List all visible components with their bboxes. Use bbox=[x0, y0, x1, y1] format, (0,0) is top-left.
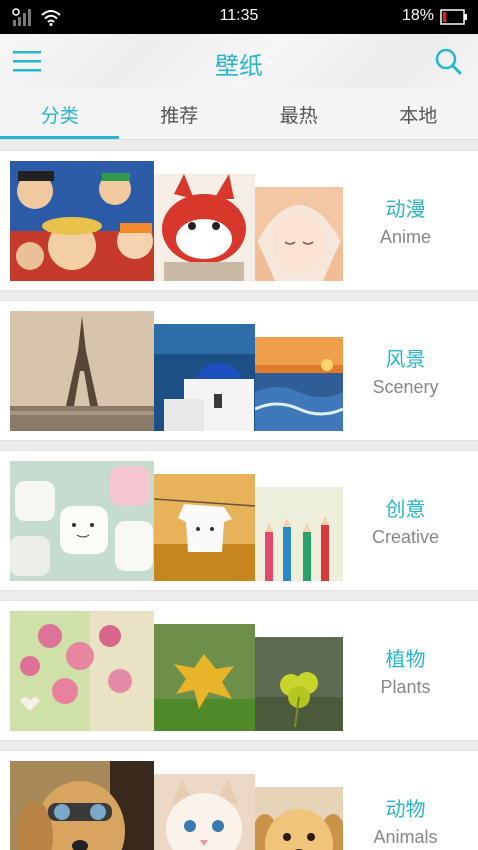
category-card-creative[interactable]: 创意 Creative bbox=[0, 450, 478, 591]
category-name-cn: 创意 bbox=[385, 497, 426, 521]
category-name-en: Scenery bbox=[372, 377, 439, 397]
thumbnail-image bbox=[10, 761, 154, 850]
category-list[interactable]: 动漫 Anime 风景 Scenery 创意 Creative 植物 Plant… bbox=[0, 141, 478, 850]
category-name-cn: 动物 bbox=[385, 797, 426, 821]
tab-label: 推荐 bbox=[160, 105, 199, 127]
thumbnail-image bbox=[255, 337, 343, 431]
category-name-cn: 植物 bbox=[385, 647, 426, 671]
thumbnail-image bbox=[10, 161, 154, 281]
battery-icon bbox=[440, 9, 467, 25]
thumbnail-image bbox=[255, 787, 343, 850]
category-card-anime[interactable]: 动漫 Anime bbox=[0, 150, 478, 291]
thumbnail-image bbox=[154, 774, 255, 850]
category-name-en: Animals bbox=[373, 827, 438, 847]
thumbnail-image bbox=[10, 461, 154, 581]
category-card-animals[interactable]: 动物 Animals bbox=[0, 750, 478, 850]
tab-bar: 分类 推荐 最热 本地 bbox=[0, 88, 478, 140]
battery-percent: 18% bbox=[401, 7, 434, 24]
thumbnail-image bbox=[10, 311, 154, 431]
category-name-en: Anime bbox=[379, 227, 432, 247]
page-title: 壁纸 bbox=[215, 52, 263, 80]
category-name-cn: 动漫 bbox=[385, 197, 426, 221]
tab-recommended[interactable]: 推荐 bbox=[120, 88, 240, 140]
search-icon[interactable] bbox=[434, 47, 462, 75]
status-bar: 11:35 18% bbox=[0, 0, 478, 34]
thumbnail-image bbox=[10, 611, 154, 731]
category-card-plants[interactable]: 植物 Plants bbox=[0, 600, 478, 741]
tab-categories[interactable]: 分类 bbox=[0, 88, 120, 140]
app-bar: 壁纸 bbox=[0, 34, 478, 88]
category-name-en: Plants bbox=[380, 677, 431, 697]
tab-local[interactable]: 本地 bbox=[359, 88, 478, 140]
tab-label: 分类 bbox=[40, 105, 79, 127]
category-name-en: Creative bbox=[371, 527, 440, 547]
active-tab-indicator bbox=[0, 136, 119, 139]
thumbnail-image bbox=[154, 174, 255, 281]
thumbnail-image bbox=[154, 624, 255, 731]
tab-label: 最热 bbox=[279, 105, 318, 127]
category-card-scenery[interactable]: 风景 Scenery bbox=[0, 300, 478, 441]
thumbnail-image bbox=[154, 324, 255, 431]
category-name-cn: 风景 bbox=[385, 347, 426, 371]
tab-label: 本地 bbox=[399, 105, 438, 127]
thumbnail-image bbox=[154, 474, 255, 581]
thumbnail-image bbox=[255, 187, 343, 281]
tab-hottest[interactable]: 最热 bbox=[239, 88, 359, 140]
thumbnail-image bbox=[255, 637, 343, 731]
thumbnail-image bbox=[255, 487, 343, 581]
